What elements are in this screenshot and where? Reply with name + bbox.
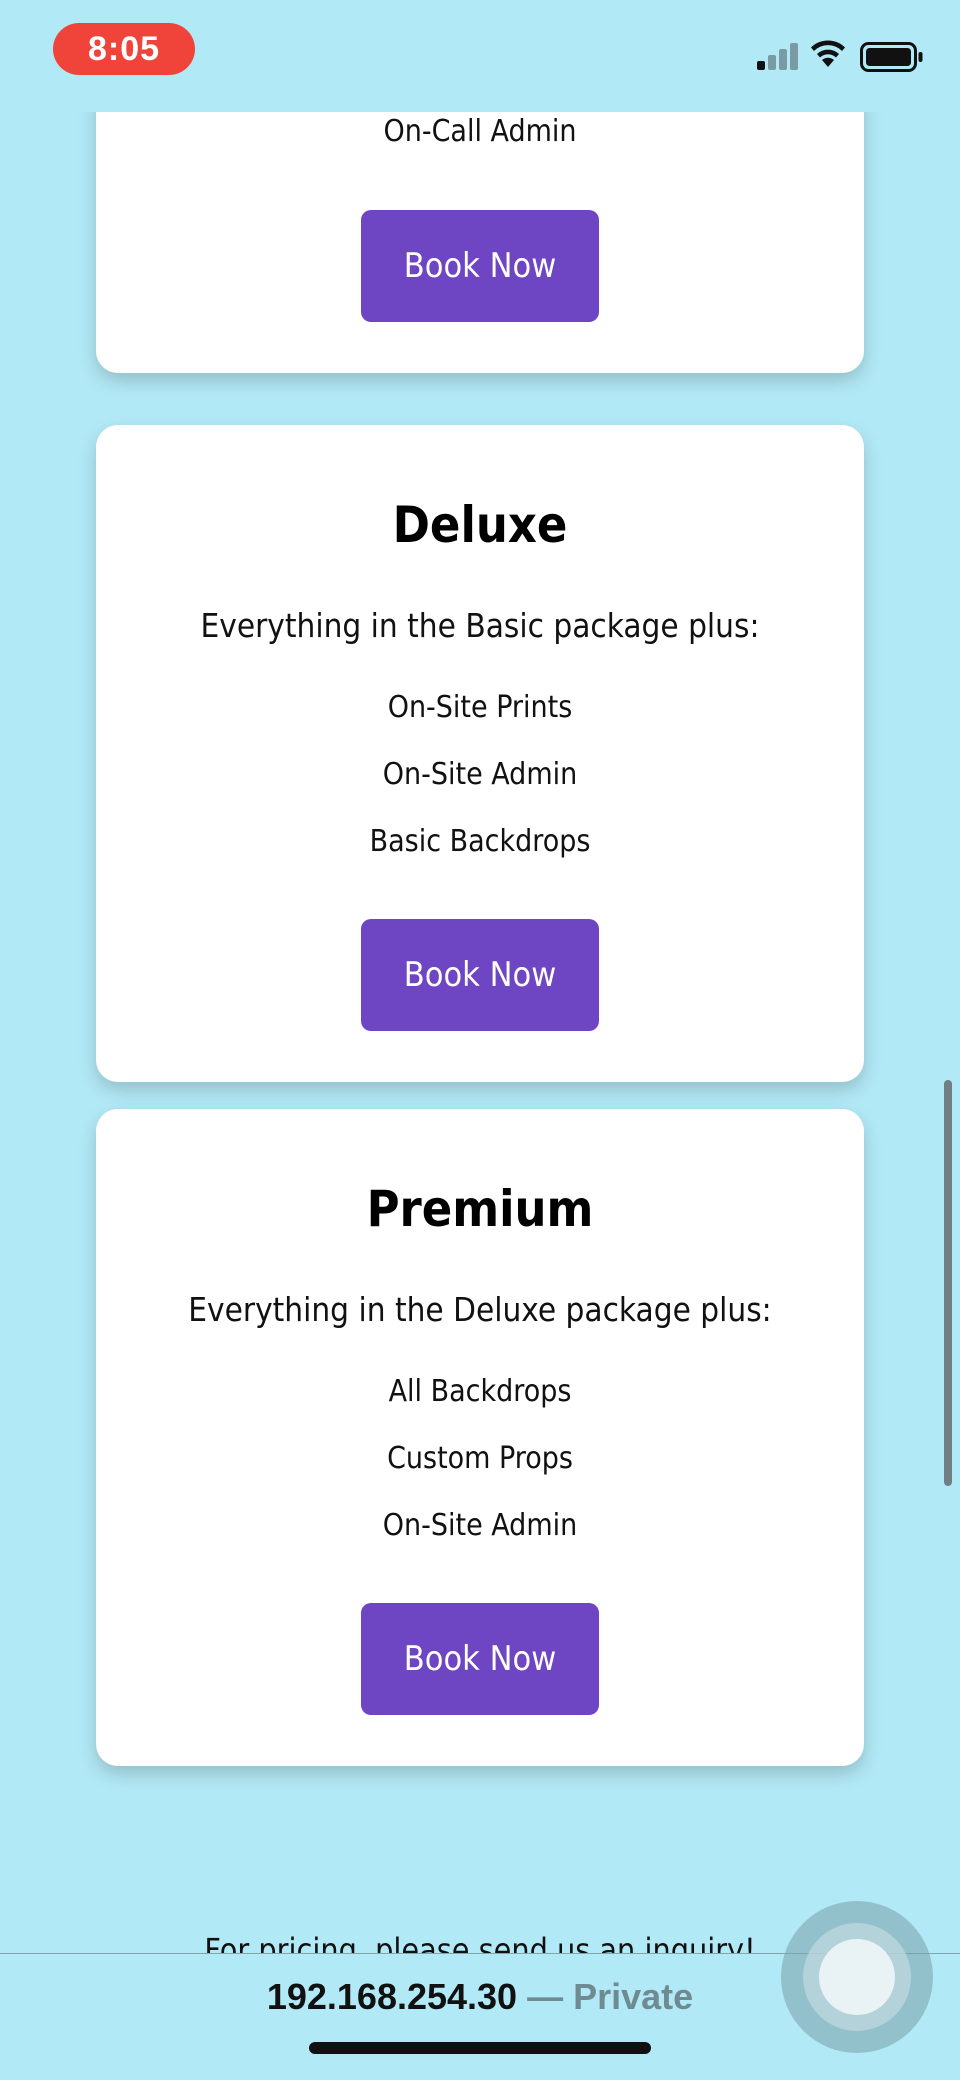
card-subtitle-deluxe: Everything in the Basic package plus: (200, 606, 760, 645)
page-scrollbar[interactable] (944, 1080, 952, 1486)
book-now-button-basic[interactable]: Book Now (361, 210, 599, 322)
basic-package-card: On-Call Admin Book Now (96, 90, 864, 373)
cellular-signal-icon (757, 40, 799, 70)
card-subtitle-premium: Everything in the Deluxe package plus: (188, 1290, 772, 1329)
book-now-button-deluxe[interactable]: Book Now (361, 919, 599, 1031)
feature-item: On-Site Admin (382, 1508, 578, 1543)
book-now-button-premium[interactable]: Book Now (361, 1603, 599, 1715)
wifi-icon (811, 40, 845, 67)
private-label: — Private (527, 1976, 694, 2017)
status-bar: 8:05 (0, 0, 960, 112)
feature-item: All Backdrops (388, 1374, 572, 1409)
feature-item: Basic Backdrops (369, 824, 591, 859)
card-title-premium: Premium (366, 1180, 594, 1238)
card-title-deluxe: Deluxe (392, 496, 568, 554)
deluxe-package-card: Deluxe Everything in the Basic package p… (96, 425, 864, 1082)
assistive-touch-button[interactable] (781, 1901, 933, 2053)
home-indicator[interactable] (309, 2042, 651, 2054)
page-content: On-Call Admin Book Now Deluxe Everything… (0, 0, 960, 2079)
feature-item: On-Call Admin (383, 114, 577, 149)
premium-package-card: Premium Everything in the Deluxe package… (96, 1109, 864, 1766)
feature-item: Custom Props (387, 1441, 573, 1476)
feature-item: On-Site Admin (382, 757, 578, 792)
feature-item: On-Site Prints (387, 690, 573, 725)
status-time: 8:05 (53, 23, 195, 75)
assistive-touch-ring (803, 1923, 911, 2031)
assistive-touch-core (819, 1939, 895, 2015)
address-text: 192.168.254.30 (266, 1976, 518, 2017)
battery-icon (860, 42, 923, 72)
